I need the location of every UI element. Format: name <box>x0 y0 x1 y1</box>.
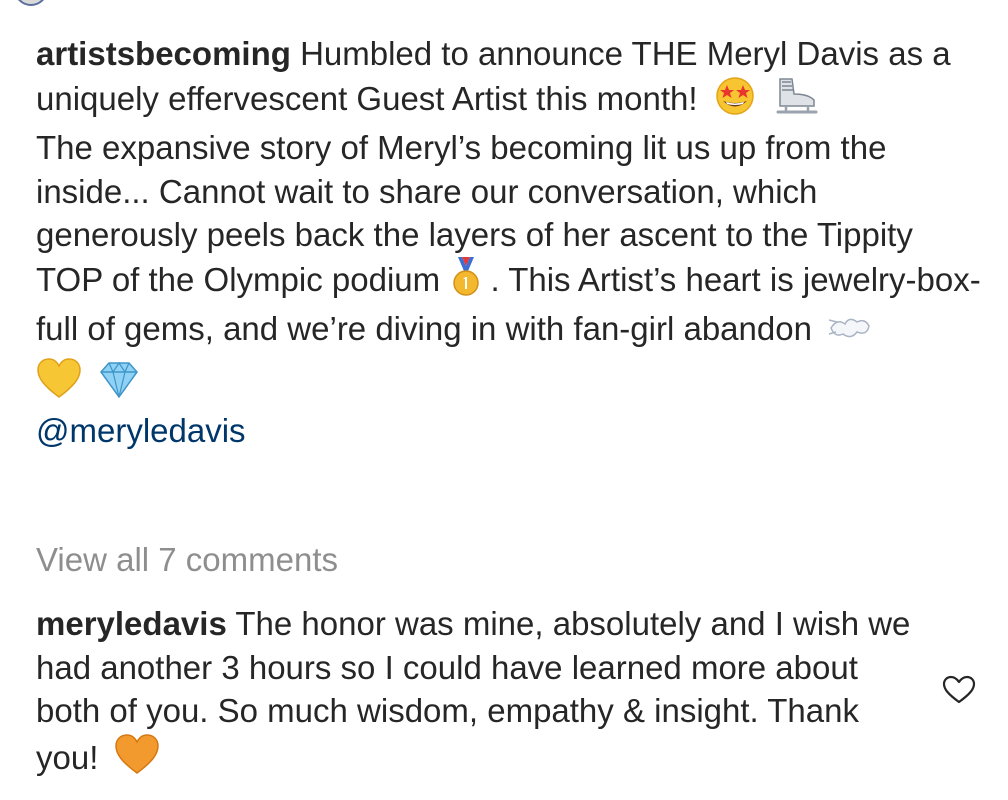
ice-skate-emoji <box>772 76 820 127</box>
dash-emoji <box>827 310 873 357</box>
caption-paragraph-1: artistsbecoming Humbled to announce THE … <box>36 32 986 126</box>
next-comment-fragment <box>36 792 70 798</box>
yellow-heart-emoji <box>36 357 82 410</box>
orange-heart-emoji <box>114 733 160 786</box>
heart-outline-icon <box>942 675 976 704</box>
mention-link[interactable]: @meryledavis <box>36 412 246 449</box>
view-all-comments-link[interactable]: View all 7 comments <box>36 538 338 582</box>
star-struck-face-emoji <box>713 76 757 127</box>
comment-username[interactable]: meryledavis <box>36 605 227 642</box>
avatar[interactable] <box>14 0 48 6</box>
caption-paragraph-3: @meryledavis <box>36 409 986 453</box>
post-caption: artistsbecoming Humbled to announce THE … <box>36 32 986 453</box>
gold-medal-emoji <box>451 256 481 308</box>
post-header-fragment <box>14 0 48 6</box>
comment-item: meryledavis The honor was mine, absolute… <box>36 602 916 785</box>
caption-username[interactable]: artistsbecoming <box>36 35 291 72</box>
caption-paragraph-2: The expansive story of Meryl’s becoming … <box>36 126 986 409</box>
like-comment-button[interactable] <box>942 675 976 705</box>
gem-stone-emoji <box>97 359 141 410</box>
